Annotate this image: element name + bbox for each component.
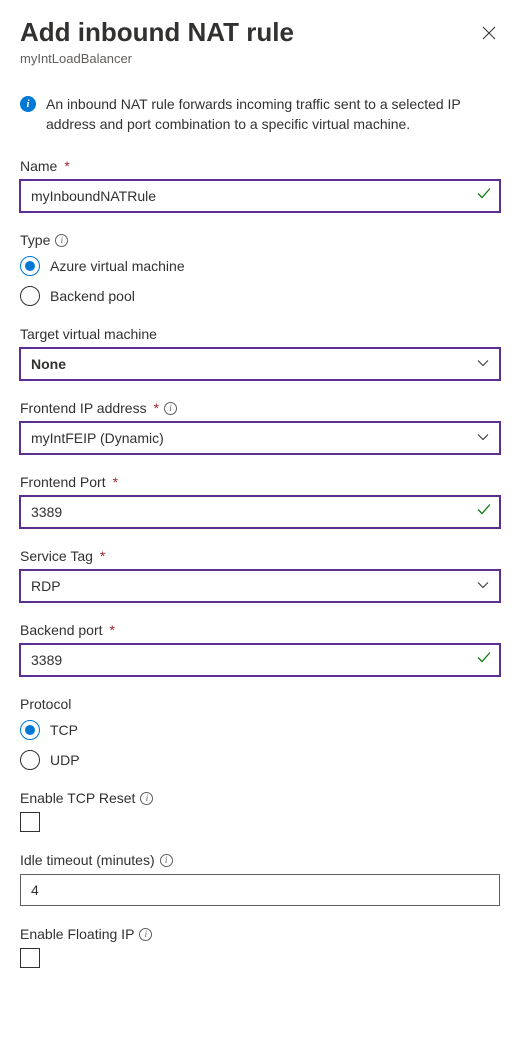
info-outline-icon[interactable]: i: [164, 402, 177, 415]
protocol-label: Protocol: [20, 696, 500, 712]
floating-ip-checkbox[interactable]: [20, 948, 40, 968]
protocol-radio-udp[interactable]: UDP: [20, 750, 500, 770]
frontend-port-label: Frontend Port*: [20, 474, 500, 490]
idle-timeout-label: Idle timeout (minutes) i: [20, 852, 500, 868]
chevron-down-icon: [477, 578, 489, 594]
floating-ip-label: Enable Floating IP i: [20, 926, 500, 942]
frontend-port-input[interactable]: [20, 496, 500, 528]
check-icon: [476, 186, 492, 207]
panel-title: Add inbound NAT rule: [20, 16, 294, 49]
target-vm-label: Target virtual machine: [20, 326, 500, 342]
service-tag-label: Service Tag*: [20, 548, 500, 564]
target-vm-value: None: [31, 356, 66, 372]
protocol-udp-label: UDP: [50, 752, 80, 768]
service-tag-value: RDP: [31, 578, 61, 594]
type-radio-avm-label: Azure virtual machine: [50, 258, 185, 274]
service-tag-select[interactable]: RDP: [20, 570, 500, 602]
panel-subtitle: myIntLoadBalancer: [20, 51, 500, 66]
info-outline-icon[interactable]: i: [55, 234, 68, 247]
type-radio-bpool-label: Backend pool: [50, 288, 135, 304]
radio-unchecked-icon: [20, 286, 40, 306]
frontend-ip-value: myIntFEIP (Dynamic): [31, 430, 164, 446]
name-label: Name*: [20, 158, 500, 174]
type-label: Type i: [20, 232, 500, 248]
info-outline-icon[interactable]: i: [160, 854, 173, 867]
close-icon: [482, 26, 496, 40]
info-outline-icon[interactable]: i: [140, 792, 153, 805]
name-input[interactable]: [20, 180, 500, 212]
frontend-ip-select[interactable]: myIntFEIP (Dynamic): [20, 422, 500, 454]
tcp-reset-label: Enable TCP Reset i: [20, 790, 500, 806]
check-icon: [476, 650, 492, 671]
protocol-radio-tcp[interactable]: TCP: [20, 720, 500, 740]
check-icon: [476, 502, 492, 523]
type-radio-group: Azure virtual machine Backend pool: [20, 256, 500, 306]
idle-timeout-input[interactable]: [20, 874, 500, 906]
chevron-down-icon: [477, 356, 489, 372]
protocol-radio-group: TCP UDP: [20, 720, 500, 770]
backend-port-input[interactable]: [20, 644, 500, 676]
info-outline-icon[interactable]: i: [139, 928, 152, 941]
frontend-ip-label: Frontend IP address* i: [20, 400, 500, 416]
target-vm-select[interactable]: None: [20, 348, 500, 380]
radio-checked-icon: [20, 720, 40, 740]
radio-unchecked-icon: [20, 750, 40, 770]
chevron-down-icon: [477, 430, 489, 446]
tcp-reset-checkbox[interactable]: [20, 812, 40, 832]
type-radio-bpool[interactable]: Backend pool: [20, 286, 500, 306]
info-text: An inbound NAT rule forwards incoming tr…: [46, 94, 500, 135]
info-banner: i An inbound NAT rule forwards incoming …: [20, 94, 500, 135]
type-radio-avm[interactable]: Azure virtual machine: [20, 256, 500, 276]
backend-port-label: Backend port*: [20, 622, 500, 638]
radio-checked-icon: [20, 256, 40, 276]
protocol-tcp-label: TCP: [50, 722, 78, 738]
info-icon: i: [20, 96, 36, 112]
close-button[interactable]: [478, 22, 500, 44]
